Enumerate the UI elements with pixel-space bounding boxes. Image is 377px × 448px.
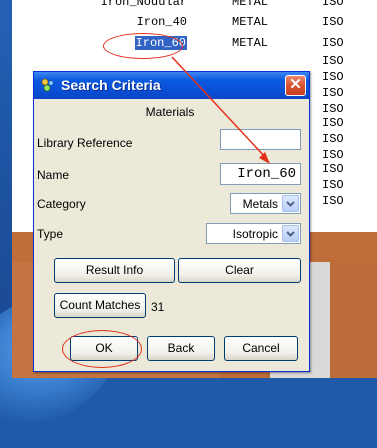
material-code: ISO <box>322 0 344 9</box>
material-code: ISO <box>322 102 344 116</box>
material-code: ISO <box>322 194 344 208</box>
close-button[interactable]: ✕ <box>285 75 306 96</box>
match-count: 31 <box>151 300 165 314</box>
material-list-row[interactable]: Iron_60 METAL ISO <box>12 36 377 50</box>
material-name: Iron_40 <box>136 15 187 29</box>
library-reference-input[interactable] <box>220 129 301 150</box>
chevron-down-icon[interactable] <box>282 195 299 212</box>
back-button[interactable]: Back <box>147 336 215 361</box>
material-code: ISO <box>322 70 344 84</box>
category-select[interactable]: Metals <box>230 193 301 214</box>
material-code: ISO <box>322 132 344 146</box>
library-reference-label: Library Reference <box>37 136 133 150</box>
material-code: ISO <box>322 116 344 130</box>
close-icon: ✕ <box>289 76 302 93</box>
material-code: ISO <box>322 15 344 29</box>
cancel-button[interactable]: Cancel <box>224 336 298 361</box>
material-code: ISO <box>322 86 344 100</box>
name-label: Name <box>37 168 70 182</box>
type-select[interactable]: Isotropic <box>206 223 301 244</box>
material-type: METAL <box>232 15 269 29</box>
material-code: ISO <box>322 36 344 50</box>
clear-button[interactable]: Clear <box>178 258 301 283</box>
material-type: METAL <box>232 36 269 50</box>
annotation-ring-ok-button <box>62 330 142 368</box>
search-criteria-dialog: Search Criteria ✕ Materials Library Refe… <box>33 71 310 372</box>
chevron-down-icon[interactable] <box>282 225 299 242</box>
dialog-title-bar[interactable]: Search Criteria ✕ <box>34 72 309 99</box>
material-code: ISO <box>322 148 344 162</box>
annotation-ring-selected-material <box>103 33 183 59</box>
count-matches-button[interactable]: Count Matches <box>54 293 146 318</box>
category-label: Category <box>37 197 86 211</box>
type-label: Type <box>37 227 64 241</box>
material-code: ISO <box>322 178 344 192</box>
material-type: METAL <box>232 0 269 9</box>
category-selected-value: Metals <box>242 197 278 211</box>
name-input[interactable] <box>220 163 301 185</box>
dialog-title: Search Criteria <box>61 77 161 93</box>
result-info-button[interactable]: Result Info <box>54 258 175 283</box>
material-name: Iron_Nodular <box>100 0 187 9</box>
material-list-row[interactable]: Iron_Nodular METAL ISO <box>12 0 377 9</box>
section-label: Materials <box>145 105 195 119</box>
type-selected-value: Isotropic <box>232 227 278 241</box>
material-code: ISO <box>322 54 344 68</box>
material-code: ISO <box>322 162 344 176</box>
search-criteria-icon <box>41 78 54 92</box>
material-list-row[interactable]: Iron_40 METAL ISO <box>12 15 377 29</box>
material-list-row[interactable]: ISO <box>12 54 377 68</box>
